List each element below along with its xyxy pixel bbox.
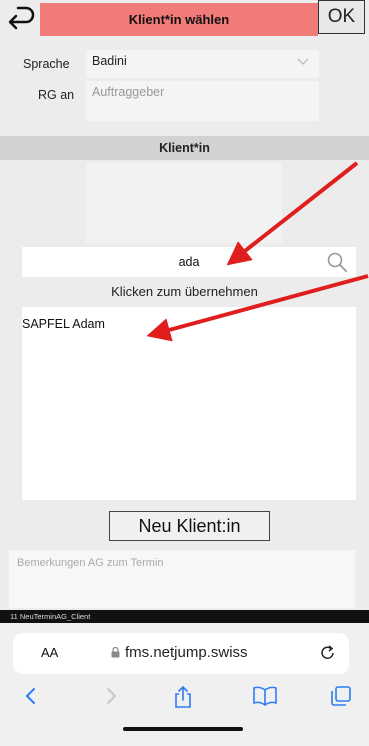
rg-label: RG an	[38, 88, 75, 102]
result-item[interactable]: SAPFEL Adam	[22, 317, 105, 331]
client-photo-placeholder	[86, 163, 282, 243]
home-indicator	[123, 727, 243, 731]
bookmarks-icon[interactable]	[252, 685, 278, 707]
search-value: ada	[178, 255, 200, 269]
forward-nav-icon[interactable]	[100, 685, 122, 707]
sprache-label: Sprache	[23, 57, 70, 71]
address-bar[interactable]: AA fms.netjump.swiss	[13, 633, 349, 674]
search-input[interactable]: ada	[22, 247, 356, 277]
ok-button[interactable]: OK	[318, 0, 365, 34]
results-list: SAPFEL Adam	[22, 307, 356, 500]
notes-field[interactable]: Bemerkungen AG zum Termin	[9, 550, 355, 608]
sprache-value: Badini	[92, 54, 127, 68]
new-client-button[interactable]: Neu Klient:in	[109, 511, 270, 541]
back-arrow-icon	[8, 6, 35, 30]
lock-icon	[111, 647, 120, 658]
reader-options-button[interactable]: AA	[41, 645, 58, 660]
rg-input[interactable]: Auftraggeber	[86, 81, 319, 121]
chevron-down-icon	[297, 58, 309, 65]
back-button[interactable]	[0, 0, 42, 38]
share-icon[interactable]	[172, 685, 194, 709]
result-item-label: SAPFEL Adam	[22, 317, 105, 331]
status-strip: 11 NeuTerminAG_Client	[0, 610, 369, 623]
url-text: fms.netjump.swiss	[125, 644, 248, 661]
search-icon[interactable]	[326, 251, 348, 273]
url-display: fms.netjump.swiss	[111, 644, 248, 661]
page-title: Klient*in wählen	[40, 3, 318, 36]
results-hint: Klicken zum übernehmen	[111, 284, 258, 299]
section-header: Klient*in	[0, 136, 369, 160]
reload-icon[interactable]	[319, 643, 337, 663]
sprache-select[interactable]: Badini	[86, 50, 319, 78]
tabs-icon[interactable]	[330, 685, 352, 707]
back-nav-icon[interactable]	[20, 685, 42, 707]
